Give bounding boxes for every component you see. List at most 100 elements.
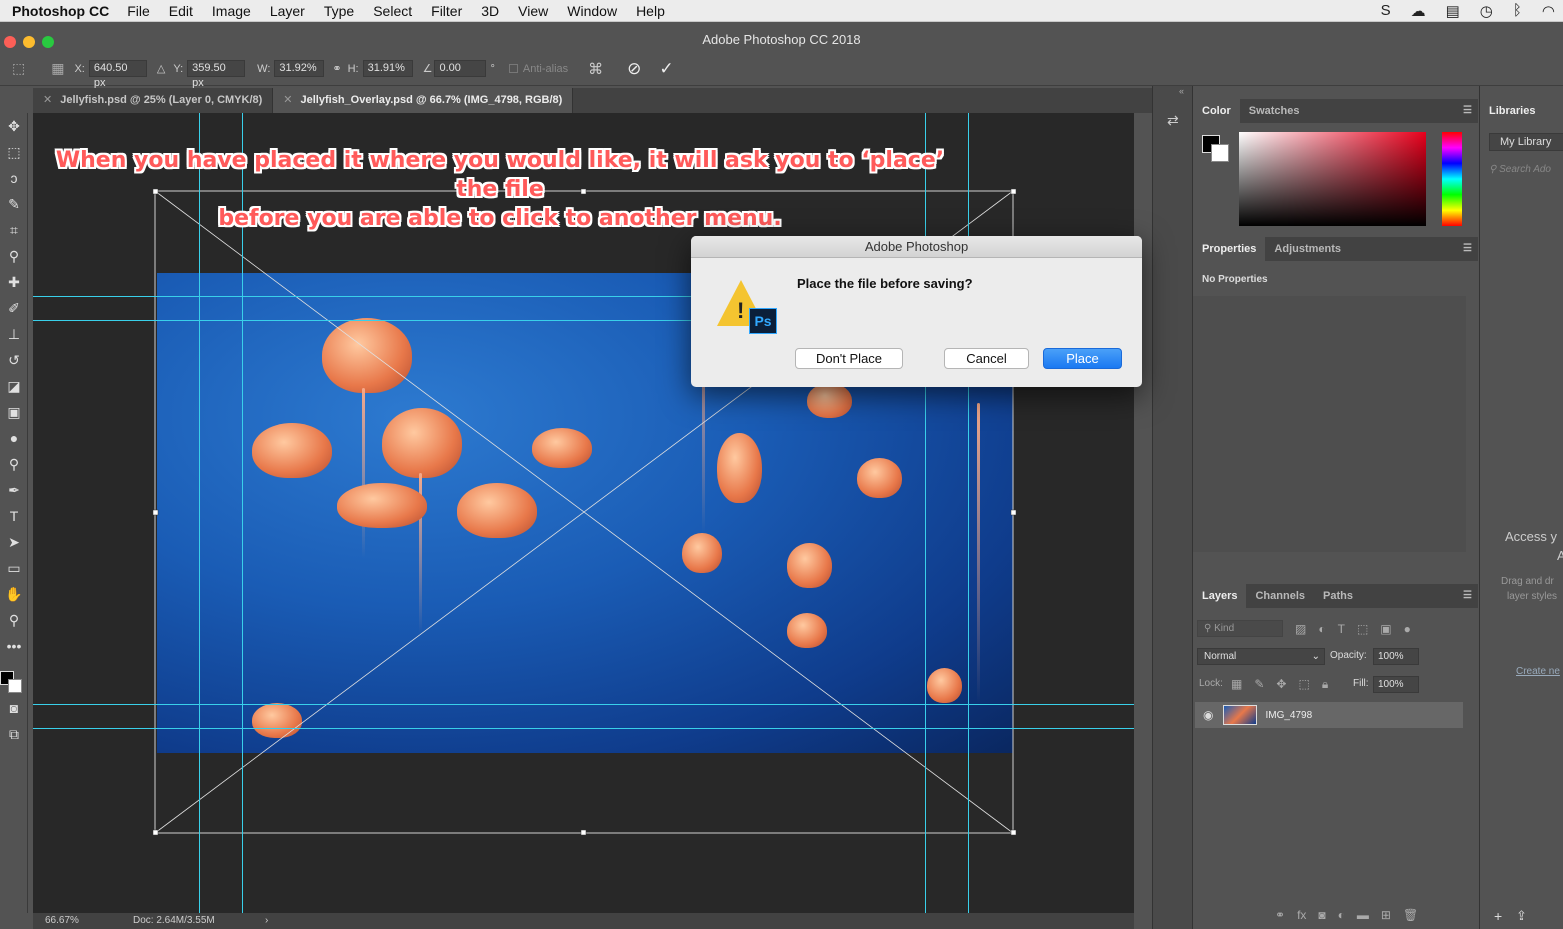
- panel-menu-icon[interactable]: ☰: [1463, 590, 1472, 601]
- layer-filter-dropdown[interactable]: ⚲ Kind: [1197, 620, 1283, 637]
- menu-help[interactable]: Help: [636, 3, 665, 19]
- tab-paths[interactable]: Paths: [1314, 584, 1362, 608]
- path-selection-tool-icon[interactable]: ➤: [0, 529, 28, 555]
- blend-mode-select[interactable]: Normal ⌄: [1197, 648, 1325, 665]
- brush-tool-icon[interactable]: ✐: [0, 295, 28, 321]
- adjustment-filter-icon[interactable]: ◐: [1318, 622, 1325, 636]
- blur-tool-icon[interactable]: ●: [0, 425, 28, 451]
- zoom-level[interactable]: 66.67%: [45, 913, 79, 929]
- fill-field[interactable]: 100%: [1373, 676, 1419, 693]
- tab-layers[interactable]: Layers: [1193, 584, 1247, 608]
- tab-jellyfish-overlay[interactable]: ✕ Jellyfish_Overlay.psd @ 66.7% (IMG_4798…: [273, 88, 574, 113]
- lock-transparent-icon[interactable]: ▦: [1231, 677, 1242, 692]
- tab-channels[interactable]: Channels: [1246, 584, 1314, 608]
- cancel-transform-icon[interactable]: ⊘: [627, 59, 641, 79]
- library-search[interactable]: ⚲ Search Ado: [1489, 164, 1551, 175]
- libraries-title[interactable]: Libraries: [1480, 99, 1563, 123]
- tab-color[interactable]: Color: [1193, 99, 1240, 123]
- lock-pixels-icon[interactable]: ✎: [1254, 677, 1264, 692]
- tab-swatches[interactable]: Swatches: [1240, 99, 1309, 123]
- screen-mode-icon[interactable]: ⧉: [0, 721, 28, 747]
- move-tool-icon[interactable]: ✥: [0, 113, 28, 139]
- clone-stamp-tool-icon[interactable]: ⊥: [0, 321, 28, 347]
- link-aspect-icon[interactable]: ⚭: [332, 62, 341, 75]
- document-canvas[interactable]: [33, 113, 1134, 913]
- height-field[interactable]: 31.91%: [362, 60, 413, 77]
- type-tool-icon[interactable]: T: [0, 503, 28, 529]
- crop-tool-icon[interactable]: ⌗: [0, 217, 28, 243]
- menu-image[interactable]: Image: [212, 3, 251, 19]
- angle-field[interactable]: 0.00: [434, 60, 487, 77]
- type-filter-icon[interactable]: T: [1338, 622, 1345, 636]
- warp-mode-icon[interactable]: ⌘: [588, 60, 603, 78]
- lasso-tool-icon[interactable]: ↄ: [0, 165, 28, 191]
- hue-slider[interactable]: [1442, 132, 1462, 226]
- menu-layer[interactable]: Layer: [270, 3, 305, 19]
- minimize-window-icon[interactable]: [23, 36, 35, 48]
- vertical-guide[interactable]: [925, 113, 926, 913]
- tab-jellyfish[interactable]: ✕ Jellyfish.psd @ 25% (Layer 0, CMYK/8): [33, 88, 274, 113]
- menu-file[interactable]: File: [127, 3, 150, 19]
- status-arrow-icon[interactable]: ›: [265, 913, 268, 929]
- create-library-link[interactable]: Create ne: [1516, 666, 1560, 677]
- layer-name[interactable]: IMG_4798: [1265, 710, 1312, 721]
- marquee-tool-icon[interactable]: ⬚: [0, 139, 28, 165]
- quick-mask-icon[interactable]: ◙: [0, 695, 28, 721]
- commit-transform-icon[interactable]: ✓: [659, 59, 673, 79]
- cancel-button[interactable]: Cancel: [944, 348, 1029, 369]
- more-tools-icon[interactable]: •••: [0, 633, 28, 659]
- opacity-field[interactable]: 100%: [1373, 648, 1419, 665]
- eraser-tool-icon[interactable]: ◪: [0, 373, 28, 399]
- panel-menu-icon[interactable]: ☰: [1463, 243, 1472, 254]
- vertical-guide[interactable]: [968, 113, 969, 913]
- creative-cloud-icon[interactable]: ☁: [1411, 2, 1426, 20]
- y-position-field[interactable]: 359.50 px: [187, 60, 246, 89]
- bluetooth-icon[interactable]: ᛒ: [1513, 2, 1522, 20]
- zoom-window-icon[interactable]: [42, 36, 54, 48]
- new-layer-icon[interactable]: ⊞: [1381, 908, 1391, 922]
- s-icon[interactable]: S: [1381, 2, 1391, 20]
- dont-place-button[interactable]: Don't Place: [795, 348, 903, 369]
- transform-tool-icon[interactable]: ⬚: [12, 60, 25, 77]
- tab-adjustments[interactable]: Adjustments: [1265, 237, 1350, 261]
- wifi-icon[interactable]: ◠: [1542, 2, 1555, 20]
- eyedropper-tool-icon[interactable]: ⚲: [0, 243, 28, 269]
- delta-icon[interactable]: △: [157, 62, 165, 75]
- tab-properties[interactable]: Properties: [1193, 237, 1266, 261]
- background-color-swatch[interactable]: [8, 679, 22, 693]
- close-tab-icon[interactable]: ✕: [283, 94, 292, 106]
- zoom-tool-icon[interactable]: ⚲: [0, 607, 28, 633]
- layer-mask-icon[interactable]: ◙: [1318, 908, 1325, 922]
- dodge-tool-icon[interactable]: ⚲: [0, 451, 28, 477]
- close-window-icon[interactable]: [4, 36, 16, 48]
- color-picker-field[interactable]: [1239, 132, 1426, 226]
- pen-tool-icon[interactable]: ✒: [0, 477, 28, 503]
- lock-artboard-icon[interactable]: ⬚: [1298, 677, 1309, 692]
- menu-type[interactable]: Type: [324, 3, 354, 19]
- upload-icon[interactable]: ⇪: [1516, 908, 1527, 924]
- fx-icon[interactable]: fx: [1297, 908, 1306, 922]
- smart-object-filter-icon[interactable]: ▣: [1380, 622, 1391, 636]
- eye-icon[interactable]: ◉: [1203, 708, 1213, 722]
- rectangle-tool-icon[interactable]: ▭: [0, 555, 28, 581]
- link-layers-icon[interactable]: ⚭: [1275, 908, 1285, 922]
- x-position-field[interactable]: 640.50 px: [88, 60, 147, 89]
- vertical-guide[interactable]: [199, 113, 200, 913]
- healing-brush-tool-icon[interactable]: ✚: [0, 269, 28, 295]
- delete-layer-icon[interactable]: 🗑︎: [1403, 908, 1418, 922]
- lock-all-icon[interactable]: 🔒︎: [1322, 677, 1328, 692]
- menu-view[interactable]: View: [518, 3, 548, 19]
- menu-edit[interactable]: Edit: [169, 3, 193, 19]
- panel-menu-icon[interactable]: ☰: [1463, 105, 1472, 116]
- menu-3d[interactable]: 3D: [481, 3, 499, 19]
- layer-row[interactable]: ◉ IMG_4798: [1195, 702, 1463, 728]
- app-menu[interactable]: Photoshop CC: [12, 3, 109, 19]
- doc-size[interactable]: Doc: 2.64M/3.55M: [133, 913, 215, 929]
- adjustment-layer-icon[interactable]: ◐: [1338, 908, 1345, 922]
- time-machine-icon[interactable]: ◷: [1480, 2, 1493, 20]
- add-library-item-icon[interactable]: +: [1494, 908, 1502, 924]
- antialias-checkbox[interactable]: [508, 64, 518, 73]
- width-field[interactable]: 31.92%: [274, 60, 325, 77]
- reference-point-icon[interactable]: ▦: [51, 60, 64, 77]
- drive-icon[interactable]: ▤: [1446, 2, 1460, 20]
